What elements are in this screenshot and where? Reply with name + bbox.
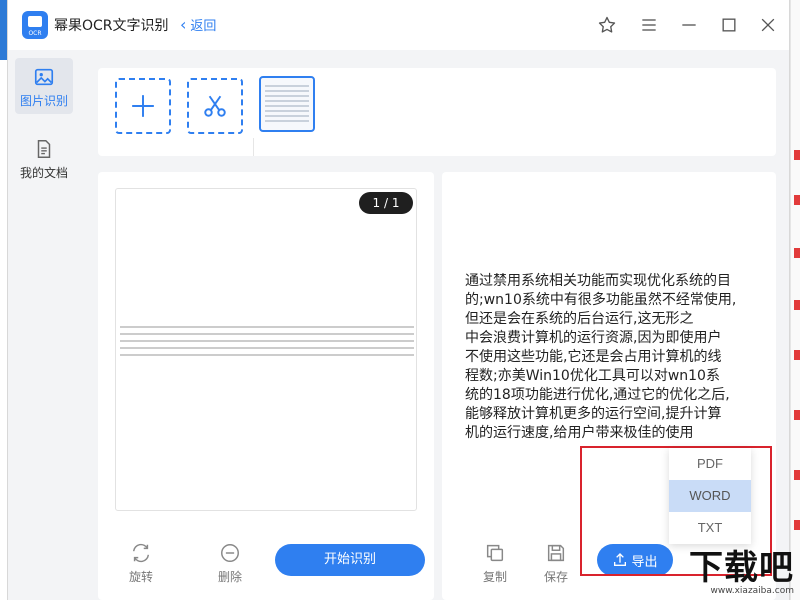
copy-button[interactable]: 复制 [475,542,515,585]
copy-icon [486,544,504,562]
app-title: 幂果OCR文字识别 [54,18,169,34]
export-format-menu: PDF WORD TXT [669,448,751,544]
result-line: 中会浪费计算机的运行资源,因为即使用户 [465,330,722,346]
delete-label: 删除 [217,570,242,584]
background-window-right [790,0,800,600]
result-line: 程数;亦美Win10优化工具可以对wn10系 [465,368,720,384]
menu-icon[interactable] [637,13,661,37]
add-image-button[interactable] [115,78,171,134]
sidebar-item-label: 我的文档 [19,166,68,180]
start-recognition-button[interactable]: 开始识别 [275,544,425,576]
watermark-logo: 下载吧 [689,548,794,588]
title-bar: OCR 幂果OCR文字识别 ‹ 返回 [8,0,789,50]
result-line: 不使用这些功能,它还是会占用计算机的线 [465,349,722,365]
minimize-icon[interactable] [677,13,701,37]
result-line: 统的18项功能进行优化,通过它的优化之后, [465,387,730,403]
back-button[interactable]: ‹ 返回 [180,15,216,34]
document-icon [37,140,51,158]
minus-circle-icon [221,544,239,562]
ocr-result-text[interactable]: 通过禁用系统相关功能而实现优化系统的目 的;wn10系统中有很多功能虽然不经常使… [465,272,757,443]
result-line: 的;wn10系统中有很多功能虽然不经常使用, [465,292,737,308]
background-window-strip [0,0,7,600]
sidebar-item-my-documents[interactable]: 我的文档 [15,130,73,186]
crop-button[interactable] [187,78,243,134]
result-line: 能够释放计算机更多的运行空间,提升计算 [465,406,722,422]
scissors-icon [204,95,226,117]
close-icon[interactable] [756,13,780,37]
copy-label: 复制 [482,570,507,584]
export-option-txt[interactable]: TXT [669,512,751,544]
sidebar: 图片识别 我的文档 [8,50,80,600]
scanned-text-image [120,326,414,361]
watermark: 下载吧 www.xiazaiba.com [689,550,794,596]
image-panel: 1 / 1 旋转 删除 开始识别 [98,172,434,600]
image-thumbnail[interactable] [259,76,315,132]
image-preview[interactable]: 1 / 1 [115,188,417,511]
save-icon [547,544,565,562]
image-icon [34,68,54,86]
page-indicator: 1 / 1 [359,192,413,214]
image-toolbar [98,68,776,156]
back-label: 返回 [190,19,217,34]
export-option-pdf[interactable]: PDF [669,448,751,480]
divider [253,138,254,156]
rotate-button[interactable]: 旋转 [121,542,161,585]
background-window-accent [0,0,7,60]
app-logo-text: OCR [28,30,42,37]
save-button[interactable]: 保存 [536,542,576,585]
result-line: 机的运行速度,给用户带来极佳的使用 [465,425,694,441]
export-option-word[interactable]: WORD [669,480,751,512]
delete-button[interactable]: 删除 [210,542,250,585]
result-line: 但还是会在系统的后台运行,这无形之 [465,311,694,327]
plus-icon [132,95,154,117]
sidebar-item-image-recognition[interactable]: 图片识别 [15,58,73,114]
star-icon[interactable] [595,13,619,37]
sidebar-item-label: 图片识别 [19,94,68,108]
save-label: 保存 [543,570,568,584]
rotate-label: 旋转 [128,570,153,584]
result-line: 通过禁用系统相关功能而实现优化系统的目 [465,273,731,289]
app-logo: OCR [22,11,48,39]
maximize-icon[interactable] [717,13,741,37]
chevron-left-icon: ‹ [180,14,187,34]
rotate-icon [132,543,150,563]
